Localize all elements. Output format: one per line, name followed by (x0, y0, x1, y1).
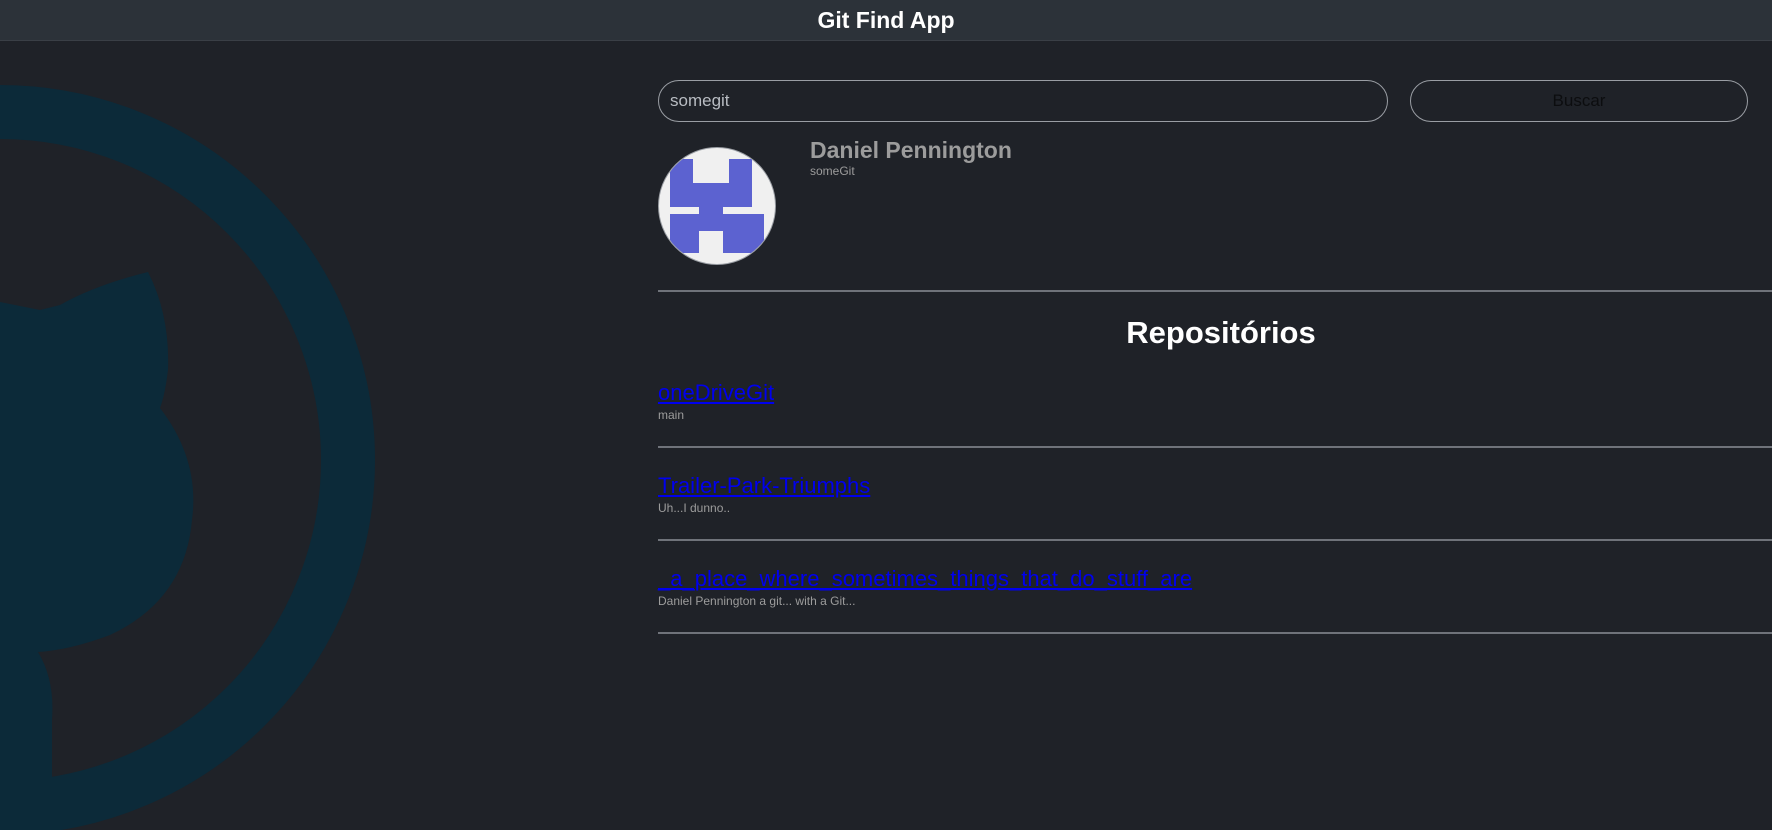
profile-divider (658, 290, 1772, 292)
identicon-avatar-icon (670, 159, 764, 253)
repo-link[interactable]: _a_place_where_sometimes_things_that_do_… (658, 566, 1192, 592)
repositories-heading: Repositórios (1126, 315, 1316, 350)
repo-link[interactable]: Trailer-Park-Triumphs (658, 473, 870, 499)
repo-divider (658, 446, 1772, 448)
repo-link[interactable]: oneDriveGit (658, 380, 774, 406)
user-name: Daniel Pennington (810, 137, 1012, 163)
search-button[interactable]: Buscar (1410, 80, 1748, 122)
search-input[interactable] (658, 80, 1388, 122)
repo-description: main (658, 408, 685, 422)
repo-description: Daniel Pennington a git... with a Git... (658, 594, 856, 608)
repo-description: Uh...I dunno.. (658, 501, 731, 515)
app-title: Git Find App (817, 6, 955, 33)
repo-divider (658, 632, 1772, 634)
github-logo-icon (0, 40, 420, 830)
user-avatar (658, 147, 776, 265)
repo-divider (658, 539, 1772, 541)
app-header: Git Find App (0, 0, 1772, 41)
user-login: someGit (810, 164, 855, 178)
